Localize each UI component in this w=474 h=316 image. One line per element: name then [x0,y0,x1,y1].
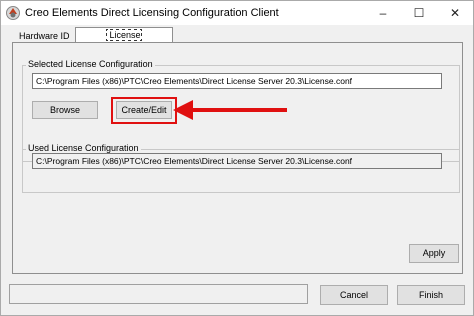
status-field [9,284,308,304]
create-edit-highlight-box [111,97,177,124]
window-title: Creo Elements Direct Licensing Configura… [25,7,279,19]
creo-app-icon [6,6,20,20]
close-button[interactable]: ✕ [437,1,473,25]
finish-button[interactable]: Finish [397,285,465,305]
tab-license-configuration[interactable]: License Configuration [75,27,173,56]
browse-button[interactable]: Browse [32,101,98,119]
cancel-button[interactable]: Cancel [320,285,388,305]
selected-license-group-label: Selected License Configuration [26,59,155,69]
selected-license-path-field[interactable]: C:\Program Files (x86)\PTC\Creo Elements… [32,73,442,89]
maximize-button[interactable]: ☐ [401,1,437,25]
license-config-window: Creo Elements Direct Licensing Configura… [0,0,474,316]
pointer-arrow-icon [173,100,287,120]
apply-button[interactable]: Apply [409,244,459,263]
title-bar: Creo Elements Direct Licensing Configura… [1,1,473,25]
used-license-group-label: Used License Configuration [26,143,141,153]
license-configuration-panel: Selected License Configuration C:\Progra… [12,42,463,274]
minimize-button[interactable]: – [365,1,401,25]
used-license-path-field: C:\Program Files (x86)\PTC\Creo Elements… [32,153,442,169]
